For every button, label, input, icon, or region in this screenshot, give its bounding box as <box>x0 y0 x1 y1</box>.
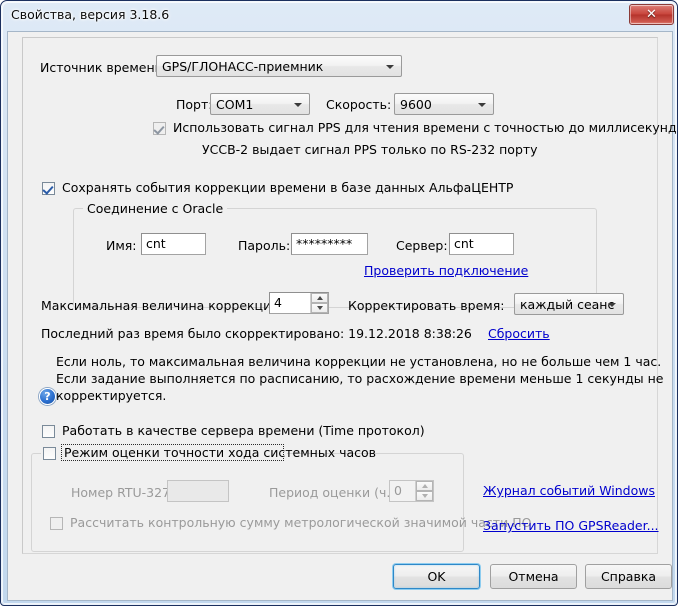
save-events-checkbox[interactable] <box>42 182 55 195</box>
hint-line-2: Если задание выполняется по расписанию, … <box>56 371 664 386</box>
oracle-server-label: Сервер: <box>396 238 448 253</box>
port-label: Порт: <box>176 97 213 112</box>
period-stepper[interactable]: 0 <box>389 480 434 502</box>
oracle-password-input[interactable]: ********* <box>291 233 368 255</box>
close-button[interactable]: ✕ <box>629 4 674 25</box>
rtu-number-input[interactable] <box>167 480 229 502</box>
oracle-name-label: Имя: <box>106 238 137 253</box>
max-correction-stepper[interactable]: 4 <box>269 292 329 314</box>
time-source-combo[interactable]: GPS/ГЛОНАСС-приемник <box>156 55 402 77</box>
cancel-button[interactable]: Отмена <box>490 564 577 589</box>
speed-value: 9600 <box>400 97 432 112</box>
pps-note: УССВ-2 выдает сигнал PPS только по RS-23… <box>202 142 538 157</box>
period-value: 0 <box>394 483 402 498</box>
window-title: Свойства, версия 3.18.6 <box>11 7 170 22</box>
speed-combo[interactable]: 9600 <box>394 93 494 115</box>
max-correction-label: Максимальная величина коррекции (с): <box>41 298 305 313</box>
chevron-down-icon <box>294 103 302 107</box>
stepper-down-button[interactable] <box>416 491 433 501</box>
gpsreader-link[interactable]: Запустить ПО GPSReader... <box>483 518 659 533</box>
time-server-label: Работать в качестве сервера времени (Tim… <box>62 423 425 438</box>
accuracy-mode-checkbox[interactable] <box>43 447 56 460</box>
correct-mode-value: каждый сеанс <box>520 297 615 312</box>
hint-line-3: корректируется. <box>56 388 167 403</box>
close-icon: ✕ <box>646 7 657 22</box>
oracle-name-input[interactable]: cnt <box>141 233 206 255</box>
speed-label: Скорость: <box>326 97 392 112</box>
oracle-password-label: Пароль: <box>238 238 291 253</box>
help-button[interactable]: Справка <box>585 564 672 589</box>
stepper-up-button[interactable] <box>416 481 433 491</box>
oracle-group-title: Соединение с Oracle <box>83 201 228 216</box>
oracle-server-input[interactable]: cnt <box>449 233 514 255</box>
chevron-down-icon <box>478 103 486 107</box>
chevron-down-icon <box>386 65 394 69</box>
checksum-label: Рассчитать контрольную сумму метрологиче… <box>70 515 532 530</box>
help-icon: ? <box>39 388 56 405</box>
last-corrected-label: Последний раз время было скорректировано… <box>41 326 472 341</box>
pps-checkbox[interactable] <box>153 122 166 135</box>
title-bar: Свойства, версия 3.18.6 ✕ <box>1 1 678 31</box>
time-source-value: GPS/ГЛОНАСС-приемник <box>162 59 324 74</box>
max-correction-value: 4 <box>274 295 282 310</box>
dialog-client-area: Источник времени: GPS/ГЛОНАСС-приемник П… <box>7 31 677 601</box>
time-server-checkbox[interactable] <box>42 425 55 438</box>
hint-line-1: Если ноль, то максимальная величина корр… <box>56 354 662 369</box>
stepper-down-button[interactable] <box>311 303 328 313</box>
dialog-window: Свойства, версия 3.18.6 ✕ Источник време… <box>0 0 678 606</box>
ok-button[interactable]: OK <box>393 564 480 589</box>
period-label: Период оценки (ч.): <box>269 485 400 500</box>
save-events-label: Сохранять события коррекции времени в ба… <box>62 180 514 195</box>
rtu-number-label: Номер RTU-327: <box>71 485 175 500</box>
correct-mode-combo[interactable]: каждый сеанс <box>514 293 624 315</box>
accuracy-mode-label: Режим оценки точности хода системных час… <box>64 445 377 460</box>
stepper-buttons <box>415 481 433 501</box>
correct-mode-label: Корректировать время: <box>348 298 505 313</box>
stepper-buttons <box>310 293 328 313</box>
reset-link[interactable]: Сбросить <box>488 326 550 341</box>
stepper-up-button[interactable] <box>311 293 328 303</box>
pps-label: Использовать сигнал PPS для чтения време… <box>173 120 677 135</box>
checksum-checkbox[interactable] <box>50 517 63 530</box>
accuracy-mode-group <box>31 453 464 552</box>
port-combo[interactable]: COM1 <box>210 93 310 115</box>
event-log-link[interactable]: Журнал событий Windows <box>483 483 655 498</box>
time-source-label: Источник времени: <box>40 60 167 75</box>
chevron-down-icon <box>608 303 616 307</box>
test-connection-link[interactable]: Проверить подключение <box>364 263 528 278</box>
settings-panel: Источник времени: GPS/ГЛОНАСС-приемник П… <box>22 37 677 554</box>
port-value: COM1 <box>216 97 254 112</box>
